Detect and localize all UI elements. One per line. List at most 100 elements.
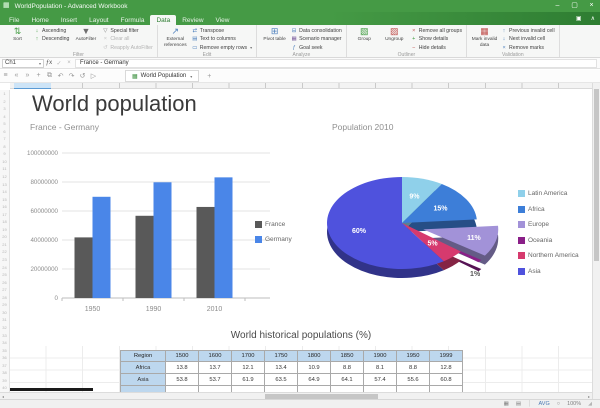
grid-view-icon[interactable]: ▦: [504, 401, 509, 407]
vertical-scrollbar[interactable]: [592, 83, 600, 399]
collapse-ribbon-icon[interactable]: ∧: [591, 15, 595, 22]
header-cell-1850[interactable]: 1850: [331, 351, 364, 362]
table-cell[interactable]: 55.6: [397, 374, 430, 386]
tab-insert[interactable]: Insert: [55, 15, 83, 25]
horizontal-scrollbar[interactable]: ◂ ▸: [0, 392, 592, 399]
sheet-menu-icon[interactable]: ≡: [0, 72, 11, 80]
cancel-entry-button[interactable]: ×: [64, 60, 74, 66]
tab-view[interactable]: View: [210, 15, 236, 25]
mark-invalid-data-button[interactable]: ▦Mark invalid data: [471, 26, 498, 52]
header-cell-1900[interactable]: 1900: [364, 351, 397, 362]
table-cell[interactable]: Africa: [121, 362, 166, 374]
sheet-canvas[interactable]: World population France - Germany 100000…: [10, 90, 592, 392]
goal-seek-button[interactable]: ƒGoal seek: [291, 44, 342, 52]
formula-input[interactable]: France - Germany: [75, 59, 597, 68]
autofilter-button[interactable]: ▼AutoFilter: [72, 26, 99, 52]
next-invalid-cell-button[interactable]: ↓Next invalid cell: [501, 35, 555, 43]
table-cell[interactable]: 57.4: [364, 374, 397, 386]
table-cell[interactable]: 13.4: [265, 362, 298, 374]
confirm-entry-button[interactable]: ✓: [54, 60, 64, 67]
table-cell[interactable]: 8.8: [397, 362, 430, 374]
refresh-icon[interactable]: ↺: [77, 72, 88, 80]
new-sheet-icon[interactable]: +: [33, 72, 44, 80]
tab-review[interactable]: Review: [176, 15, 209, 25]
header-cell-1600[interactable]: 1600: [199, 351, 232, 362]
ascending-button[interactable]: ↓Ascending: [34, 27, 69, 35]
table-cell[interactable]: 53.7: [199, 374, 232, 386]
descending-button[interactable]: ↑Descending: [34, 35, 69, 43]
table-cell[interactable]: 12.1: [232, 362, 265, 374]
text-to-columns-button[interactable]: ▤Text to columns: [192, 35, 252, 43]
table-cell[interactable]: 64.9: [298, 374, 331, 386]
user-icon[interactable]: ▣: [576, 15, 582, 22]
remove-marks-button[interactable]: ×Remove marks: [501, 44, 555, 52]
transpose-button[interactable]: ⇄Transpose: [192, 27, 252, 35]
ungroup-button[interactable]: ▨Ungroup: [381, 26, 408, 52]
legend-swatch: [518, 190, 525, 197]
close-button[interactable]: ×: [583, 0, 600, 12]
zoom-level[interactable]: 100%: [567, 401, 581, 407]
reapply-autofilter-button[interactable]: ↺Reapply AutoFilter: [102, 44, 152, 52]
pivot-table-button[interactable]: ⊞Pivot table: [261, 26, 288, 52]
tab-scroll-right-icon[interactable]: »: [22, 72, 33, 80]
button-label: Clear all: [110, 36, 129, 42]
legend-item-oceania: Oceania: [518, 233, 579, 249]
tab-scroll-left-icon[interactable]: «: [11, 72, 22, 80]
remove-empty-rows-button[interactable]: ▭Remove empty rows▾: [192, 44, 252, 52]
table-cell[interactable]: 63.5: [265, 374, 298, 386]
header-cell-region[interactable]: Region: [121, 351, 166, 362]
sheet-tab-world-population[interactable]: ▦ World Population ▾: [125, 70, 199, 82]
group-button[interactable]: ▧Group: [351, 26, 378, 52]
add-sheet-button[interactable]: +: [207, 73, 211, 80]
legend-item-northern-america: Northern America: [518, 248, 579, 264]
redo-icon[interactable]: ↷: [66, 72, 77, 80]
minimize-button[interactable]: –: [549, 0, 566, 12]
external-references-button[interactable]: ↗External references: [162, 26, 189, 52]
header-cell-1750[interactable]: 1750: [265, 351, 298, 362]
previous-invalid-cell-button[interactable]: ↑Previous invalid cell: [501, 27, 555, 35]
table-cell[interactable]: 13.7: [199, 362, 232, 374]
table-cell[interactable]: 60.8: [430, 374, 463, 386]
table-cell[interactable]: 10.9: [298, 362, 331, 374]
vertical-scrollbar-thumb[interactable]: [594, 89, 599, 261]
maximize-button[interactable]: ▢: [566, 0, 583, 12]
special-filter-button[interactable]: ▽Special filter: [102, 27, 152, 35]
scenario-manager-button[interactable]: ▦Scenario manager: [291, 35, 342, 43]
tab-data[interactable]: Data: [150, 15, 176, 25]
header-cell-1999[interactable]: 1999: [430, 351, 463, 362]
header-cell-1500[interactable]: 1500: [166, 351, 199, 362]
table-cell[interactable]: 8.8: [331, 362, 364, 374]
run-icon[interactable]: ▷: [88, 72, 99, 80]
tab-file[interactable]: File: [3, 15, 25, 25]
undo-icon[interactable]: ↶: [55, 72, 66, 80]
remove-all-groups-button[interactable]: ×Remove all groups: [411, 27, 462, 35]
header-cell-1700[interactable]: 1700: [232, 351, 265, 362]
row-headers[interactable]: 1234567891011121314151617181920212223242…: [0, 90, 10, 392]
copy-sheet-icon[interactable]: ⧉: [44, 72, 55, 80]
page-view-icon[interactable]: ▤: [516, 401, 521, 407]
table-cell[interactable]: 8.1: [364, 362, 397, 374]
header-cell-1950[interactable]: 1950: [397, 351, 430, 362]
tab-formula[interactable]: Formula: [115, 15, 151, 25]
table-cell[interactable]: 12.8: [430, 362, 463, 374]
table-cell[interactable]: 53.8: [166, 374, 199, 386]
header-cell-1800[interactable]: 1800: [298, 351, 331, 362]
hide-details-button[interactable]: −Hide details: [411, 44, 462, 52]
row-number: 10: [0, 158, 9, 166]
column-headers[interactable]: [10, 83, 592, 89]
show-details-button[interactable]: +Show details: [411, 35, 462, 43]
record-macro-icon[interactable]: ○: [557, 401, 560, 407]
table-cell[interactable]: 13.8: [166, 362, 199, 374]
data-consolidation-button[interactable]: ⊟Data consolidation: [291, 27, 342, 35]
pie-chart[interactable]: 9%15%11%1%5%60%: [310, 174, 515, 292]
sort-button[interactable]: ⇅Sort: [4, 26, 31, 52]
table-cell[interactable]: Asia: [121, 374, 166, 386]
name-box[interactable]: Ch1 ▾: [2, 59, 44, 68]
tab-home[interactable]: Home: [25, 15, 54, 25]
table-cell[interactable]: 61.9: [232, 374, 265, 386]
tab-layout[interactable]: Layout: [83, 15, 115, 25]
historical-populations-table[interactable]: Region1500160017001750180018501900195019…: [120, 350, 463, 392]
table-cell[interactable]: 64.1: [331, 374, 364, 386]
insert-function-button[interactable]: ƒx: [44, 60, 54, 66]
clear-all-button[interactable]: ×Clear all: [102, 35, 152, 43]
